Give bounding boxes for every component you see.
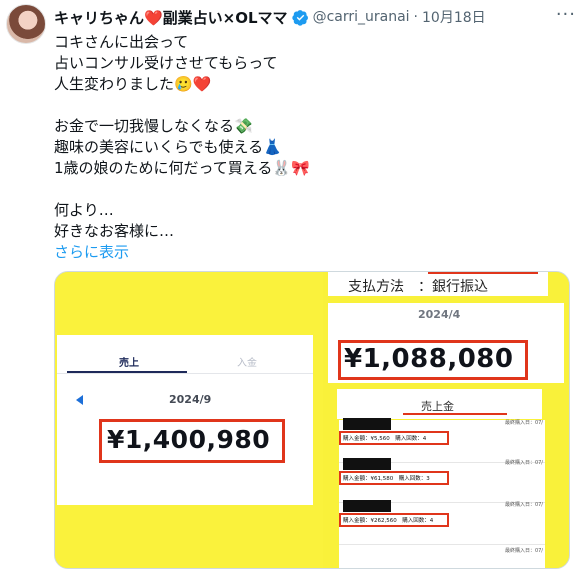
record-date: 最終購入日：07/ <box>504 420 543 426</box>
tab-divider <box>57 373 313 374</box>
sales-period: 2024/9 <box>169 393 212 406</box>
tweet-media[interactable]: 売上 入金 2024/9 ¥1,400,980 支払方法 ：銀行振込 2024/… <box>54 271 570 569</box>
author-handle[interactable]: @carri_uranai <box>313 9 410 25</box>
tweet-line: お金で一切我慢しなくなる💸 <box>54 117 253 135</box>
sales-tab-panel: 売上金 <box>337 389 542 419</box>
show-more-link[interactable]: さらに表示 <box>54 242 554 263</box>
record-detail: 購入金額：¥5,560 購入回数：4 <box>343 436 427 442</box>
purchase-record: 最終購入日：07/ 購入金額：¥61,580 購入回数：3 <box>339 458 545 506</box>
tweet-text: コキさんに出会って 占いコンサル受けさせてもらって 人生変わりました🥲❤️ お金… <box>54 32 554 263</box>
tweet-line: 好きなお客様に… <box>54 222 175 240</box>
record-date: 最終購入日：07/ <box>504 548 543 554</box>
redacted-name <box>343 500 391 512</box>
sales-amount: ¥1,088,080 <box>344 344 514 374</box>
payment-method-label: 支払方法 ：銀行振込 <box>348 279 488 295</box>
verified-badge-icon <box>291 9 308 26</box>
tab-sales: 売上 <box>119 358 139 369</box>
payment-method-panel: 支払方法 ：銀行振込 <box>328 272 548 296</box>
purchase-record: 最終購入日：07/ 購入金額：¥262,560 購入回数：4 <box>339 500 545 548</box>
divider <box>339 544 545 545</box>
redacted-name <box>343 418 391 430</box>
sales-tab-label: 売上金 <box>421 400 454 413</box>
tweet-date[interactable]: 10月18日 <box>422 7 486 27</box>
purchase-records-panel: 最終購入日：07/ 購入金額：¥5,560 購入回数：4 最終購入日：07/ 購… <box>339 418 545 568</box>
sales-screenshot-panel: 売上 入金 2024/9 ¥1,400,980 <box>57 335 313 505</box>
tab-active-underline <box>403 413 507 415</box>
tab-deposit: 入金 <box>237 358 257 369</box>
redacted-name <box>343 458 391 470</box>
tweet-line: 占いコンサル受けさせてもらって <box>54 54 278 72</box>
previous-month-icon <box>76 395 83 405</box>
tweet-line: 何より… <box>54 201 114 219</box>
author-name[interactable]: キャリちゃん❤️副業占い×OLママ <box>54 7 288 28</box>
tweet-line: コキさんに出会って <box>54 33 189 51</box>
sales-period: 2024/4 <box>418 308 461 321</box>
purchase-record: 最終購入日：07/ <box>339 546 545 568</box>
tweet-line: 趣味の美容にいくらでも使える👗 <box>54 138 282 156</box>
sales-amount: ¥1,400,980 <box>107 425 271 454</box>
tweet-line: 人生変わりました🥲❤️ <box>54 75 212 93</box>
record-date: 最終購入日：07/ <box>504 502 543 508</box>
tweet-line: 1歳の娘のために何だって買える🐰🎀 <box>54 159 310 177</box>
monthly-sales-panel: 2024/4 ¥1,088,080 <box>328 303 564 383</box>
highlight-frame-edge <box>428 272 538 274</box>
record-detail: 購入金額：¥61,580 購入回数：3 <box>343 476 430 482</box>
separator-dot: · <box>413 9 418 25</box>
media-image-right[interactable]: 支払方法 ：銀行振込 2024/4 ¥1,088,080 売上金 最終購入日：0… <box>325 272 569 568</box>
record-detail: 購入金額：¥262,560 購入回数：4 <box>343 518 434 524</box>
avatar[interactable] <box>6 4 46 44</box>
tweet-header: キャリちゃん❤️副業占い×OLママ @carri_uranai · 10月18日… <box>54 6 576 28</box>
more-options-icon[interactable]: ··· <box>556 6 576 24</box>
media-image-left[interactable]: 売上 入金 2024/9 ¥1,400,980 <box>55 272 323 568</box>
record-date: 最終購入日：07/ <box>504 460 543 466</box>
